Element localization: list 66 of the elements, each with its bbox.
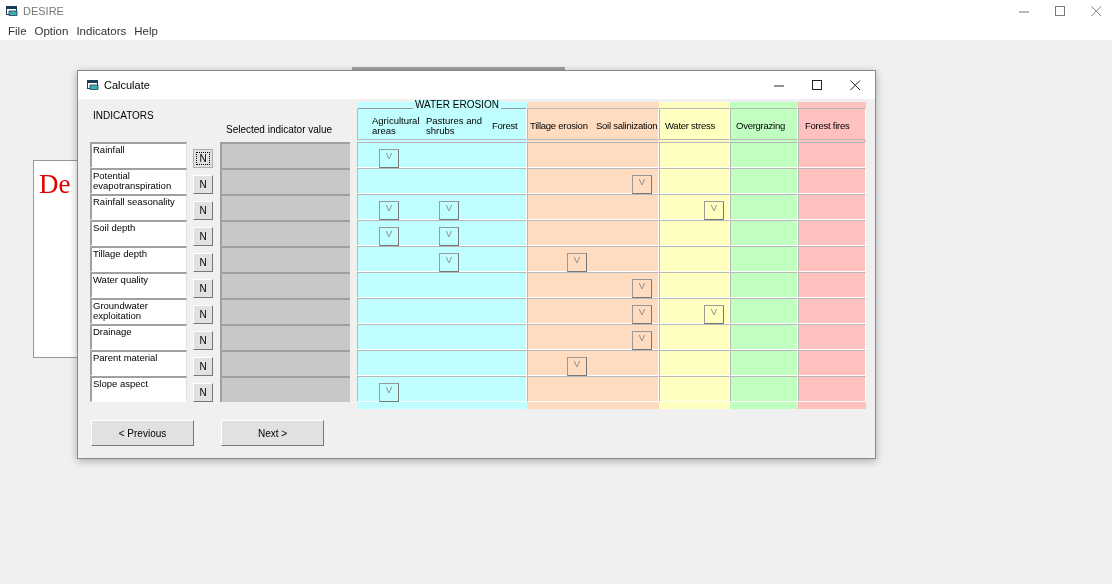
maximize-icon[interactable] [812, 79, 823, 91]
grid-cell [730, 142, 798, 168]
menu-item[interactable]: Indicators [72, 25, 131, 37]
indicator-field: Soil depth [90, 220, 187, 246]
grid-cell [730, 168, 798, 194]
v-button[interactable]: V [704, 305, 724, 324]
n-button[interactable]: N [193, 331, 213, 350]
indicator-field: Slope aspect [90, 376, 187, 402]
column-header: Tillage erosion [529, 119, 589, 131]
n-button[interactable]: N [193, 227, 213, 246]
column-header: Forest [491, 119, 519, 131]
grid-cell [659, 376, 730, 402]
n-button[interactable]: N [193, 175, 213, 194]
group-title: WATER EROSION [413, 100, 501, 110]
indicator-field: Parent material [90, 350, 187, 376]
column-header: Pastures and shrubs [425, 114, 483, 136]
nav-button[interactable]: < Previous [91, 420, 194, 446]
indicator-field: Rainfall seasonality [90, 194, 187, 220]
indicator-field: Drainage [90, 324, 187, 350]
column-header: Water stress [664, 119, 716, 131]
grid-cell [730, 324, 798, 350]
value-heading: Selected indicator value [226, 124, 333, 135]
grid-cell [730, 246, 798, 272]
column-header: Soil salinization [595, 119, 658, 131]
menu-item[interactable]: Option [30, 25, 73, 37]
n-button[interactable]: N [193, 383, 213, 402]
grid-cell [798, 194, 866, 220]
indicators-heading: INDICATORS [93, 110, 154, 122]
nav-button[interactable]: Next > [221, 420, 324, 446]
grid-cell [798, 324, 866, 350]
column-header: Overgrazing [735, 119, 786, 131]
grid-cell [798, 220, 866, 246]
grid-cell [798, 298, 866, 324]
grid-cell [730, 220, 798, 246]
grid-cell [798, 142, 866, 168]
indicator-field: Rainfall [90, 142, 187, 168]
n-button[interactable]: N [193, 201, 213, 220]
n-button[interactable]: N [193, 279, 213, 298]
grid-cell [798, 272, 866, 298]
dialog-title: Calculate [104, 79, 150, 91]
indicator-field: Groundwater exploitation [90, 298, 187, 324]
close-icon[interactable] [850, 79, 861, 91]
window-icon [87, 80, 99, 90]
n-button[interactable]: N [193, 357, 213, 376]
grid-cell [798, 376, 866, 402]
indicator-field: Tillage depth [90, 246, 187, 272]
grid-cell [798, 168, 866, 194]
indicator-field: Water quality [90, 272, 187, 298]
grid-cell [659, 142, 730, 168]
n-button[interactable]: N [193, 149, 213, 168]
grid-cell [798, 246, 866, 272]
column-header: Forest fires [804, 119, 851, 131]
grid-cell [730, 272, 798, 298]
window-icon [6, 6, 18, 16]
app-title: DESIRE [23, 5, 64, 17]
grid-cell [798, 350, 866, 376]
document-heading: De [39, 169, 72, 200]
menu-item[interactable]: File [4, 25, 31, 37]
v-button[interactable]: V [704, 201, 724, 220]
indicator-field: Potential evapotranspiration [90, 168, 187, 194]
n-button[interactable]: N [193, 253, 213, 272]
column-header: Agricultural areas [371, 114, 418, 136]
menu-item[interactable]: Help [130, 25, 162, 37]
grid-cell [730, 376, 798, 402]
n-button[interactable]: N [193, 305, 213, 324]
grid-cell [730, 350, 798, 376]
